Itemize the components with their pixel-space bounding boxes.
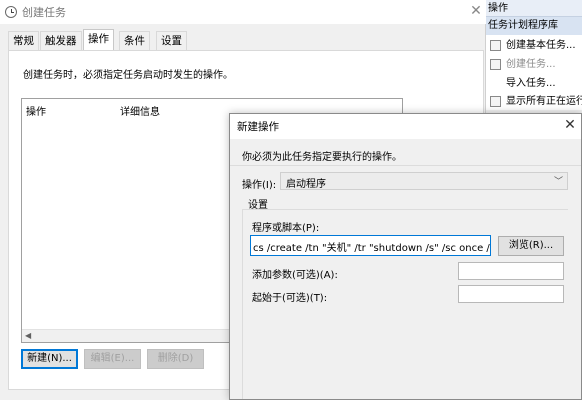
new-action-dialog: 新建操作 ✕ 你必须为此任务指定要执行的操作。 操作(I): 启动程序 ﹀ 设置… bbox=[229, 113, 582, 400]
close-icon[interactable]: ✕ bbox=[560, 115, 580, 135]
tab-conditions[interactable]: 条件 bbox=[119, 31, 150, 50]
browse-button[interactable]: 浏览(R)... bbox=[498, 236, 564, 256]
program-input-value: cs /create /tn "关机" /tr "shutdown /s" /s… bbox=[253, 243, 490, 254]
start-in-label: 起始于(可选)(T): bbox=[252, 293, 328, 304]
import-task-item[interactable]: 导入任务... bbox=[486, 74, 582, 93]
program-input[interactable]: cs /create /tn "关机" /tr "shutdown /s" /s… bbox=[250, 235, 491, 256]
running-tasks-icon bbox=[490, 96, 501, 107]
dialog-hint: 你必须为此任务指定要执行的操作。 bbox=[242, 152, 402, 163]
close-icon[interactable]: ✕ bbox=[466, 2, 486, 20]
create-task-title: 创建任务 bbox=[22, 6, 66, 19]
delete-action-button[interactable]: 删除(D) bbox=[147, 349, 204, 369]
action-type-select[interactable]: 启动程序 ﹀ bbox=[280, 172, 568, 190]
arguments-label: 添加参数(可选)(A): bbox=[252, 270, 338, 281]
tab-actions[interactable]: 操作 bbox=[83, 29, 114, 51]
new-action-button[interactable]: 新建(N)... bbox=[21, 349, 78, 369]
divider bbox=[230, 165, 581, 166]
action-type-value: 启动程序 bbox=[286, 179, 326, 190]
dialog-body: 你必须为此任务指定要执行的操作。 操作(I): 启动程序 ﹀ 设置 程序或脚本(… bbox=[230, 139, 581, 399]
program-label: 程序或脚本(P): bbox=[252, 223, 320, 234]
actions-pane-header: 操作 bbox=[486, 0, 582, 17]
tab-general[interactable]: 常规 bbox=[8, 31, 39, 50]
column-header-details[interactable]: 详细信息 bbox=[120, 103, 160, 118]
mmc-actions-pane: 操作 任务计划程序库 创建基本任务... 创建任务... 导入任务... 显示所… bbox=[486, 0, 582, 110]
edit-action-button[interactable]: 编辑(E)... bbox=[84, 349, 141, 369]
start-in-input[interactable] bbox=[458, 285, 564, 303]
new-action-titlebar: 新建操作 ✕ bbox=[230, 114, 581, 138]
column-header-action[interactable]: 操作 bbox=[26, 103, 46, 118]
tab-triggers[interactable]: 触发器 bbox=[40, 31, 82, 50]
create-task-item[interactable]: 创建任务... bbox=[486, 55, 582, 74]
create-basic-task-item[interactable]: 创建基本任务... bbox=[486, 36, 582, 55]
create-basic-task-label: 创建基本任务... bbox=[506, 40, 576, 51]
arguments-input[interactable] bbox=[458, 262, 564, 280]
show-running-item[interactable]: 显示所有正在运行 bbox=[486, 92, 582, 110]
create-task-label: 创建任务... bbox=[506, 59, 556, 70]
create-task-titlebar: 创建任务 ✕ bbox=[0, 0, 486, 24]
import-task-label: 导入任务... bbox=[506, 78, 556, 89]
chevron-down-icon: ﹀ bbox=[553, 177, 563, 187]
actions-pane-section[interactable]: 任务计划程序库 bbox=[486, 17, 582, 35]
tab-settings[interactable]: 设置 bbox=[156, 31, 187, 50]
clock-icon bbox=[5, 6, 17, 18]
dialog-title: 新建操作 bbox=[237, 121, 279, 133]
actions-description: 创建任务时，必须指定任务启动时发生的操作。 bbox=[23, 70, 233, 81]
scroll-left-icon[interactable]: ◀ bbox=[25, 331, 31, 340]
create-task-icon bbox=[490, 59, 501, 70]
show-running-label: 显示所有正在运行 bbox=[506, 96, 582, 107]
basic-task-icon bbox=[490, 40, 501, 51]
action-type-label: 操作(I): bbox=[242, 180, 277, 191]
